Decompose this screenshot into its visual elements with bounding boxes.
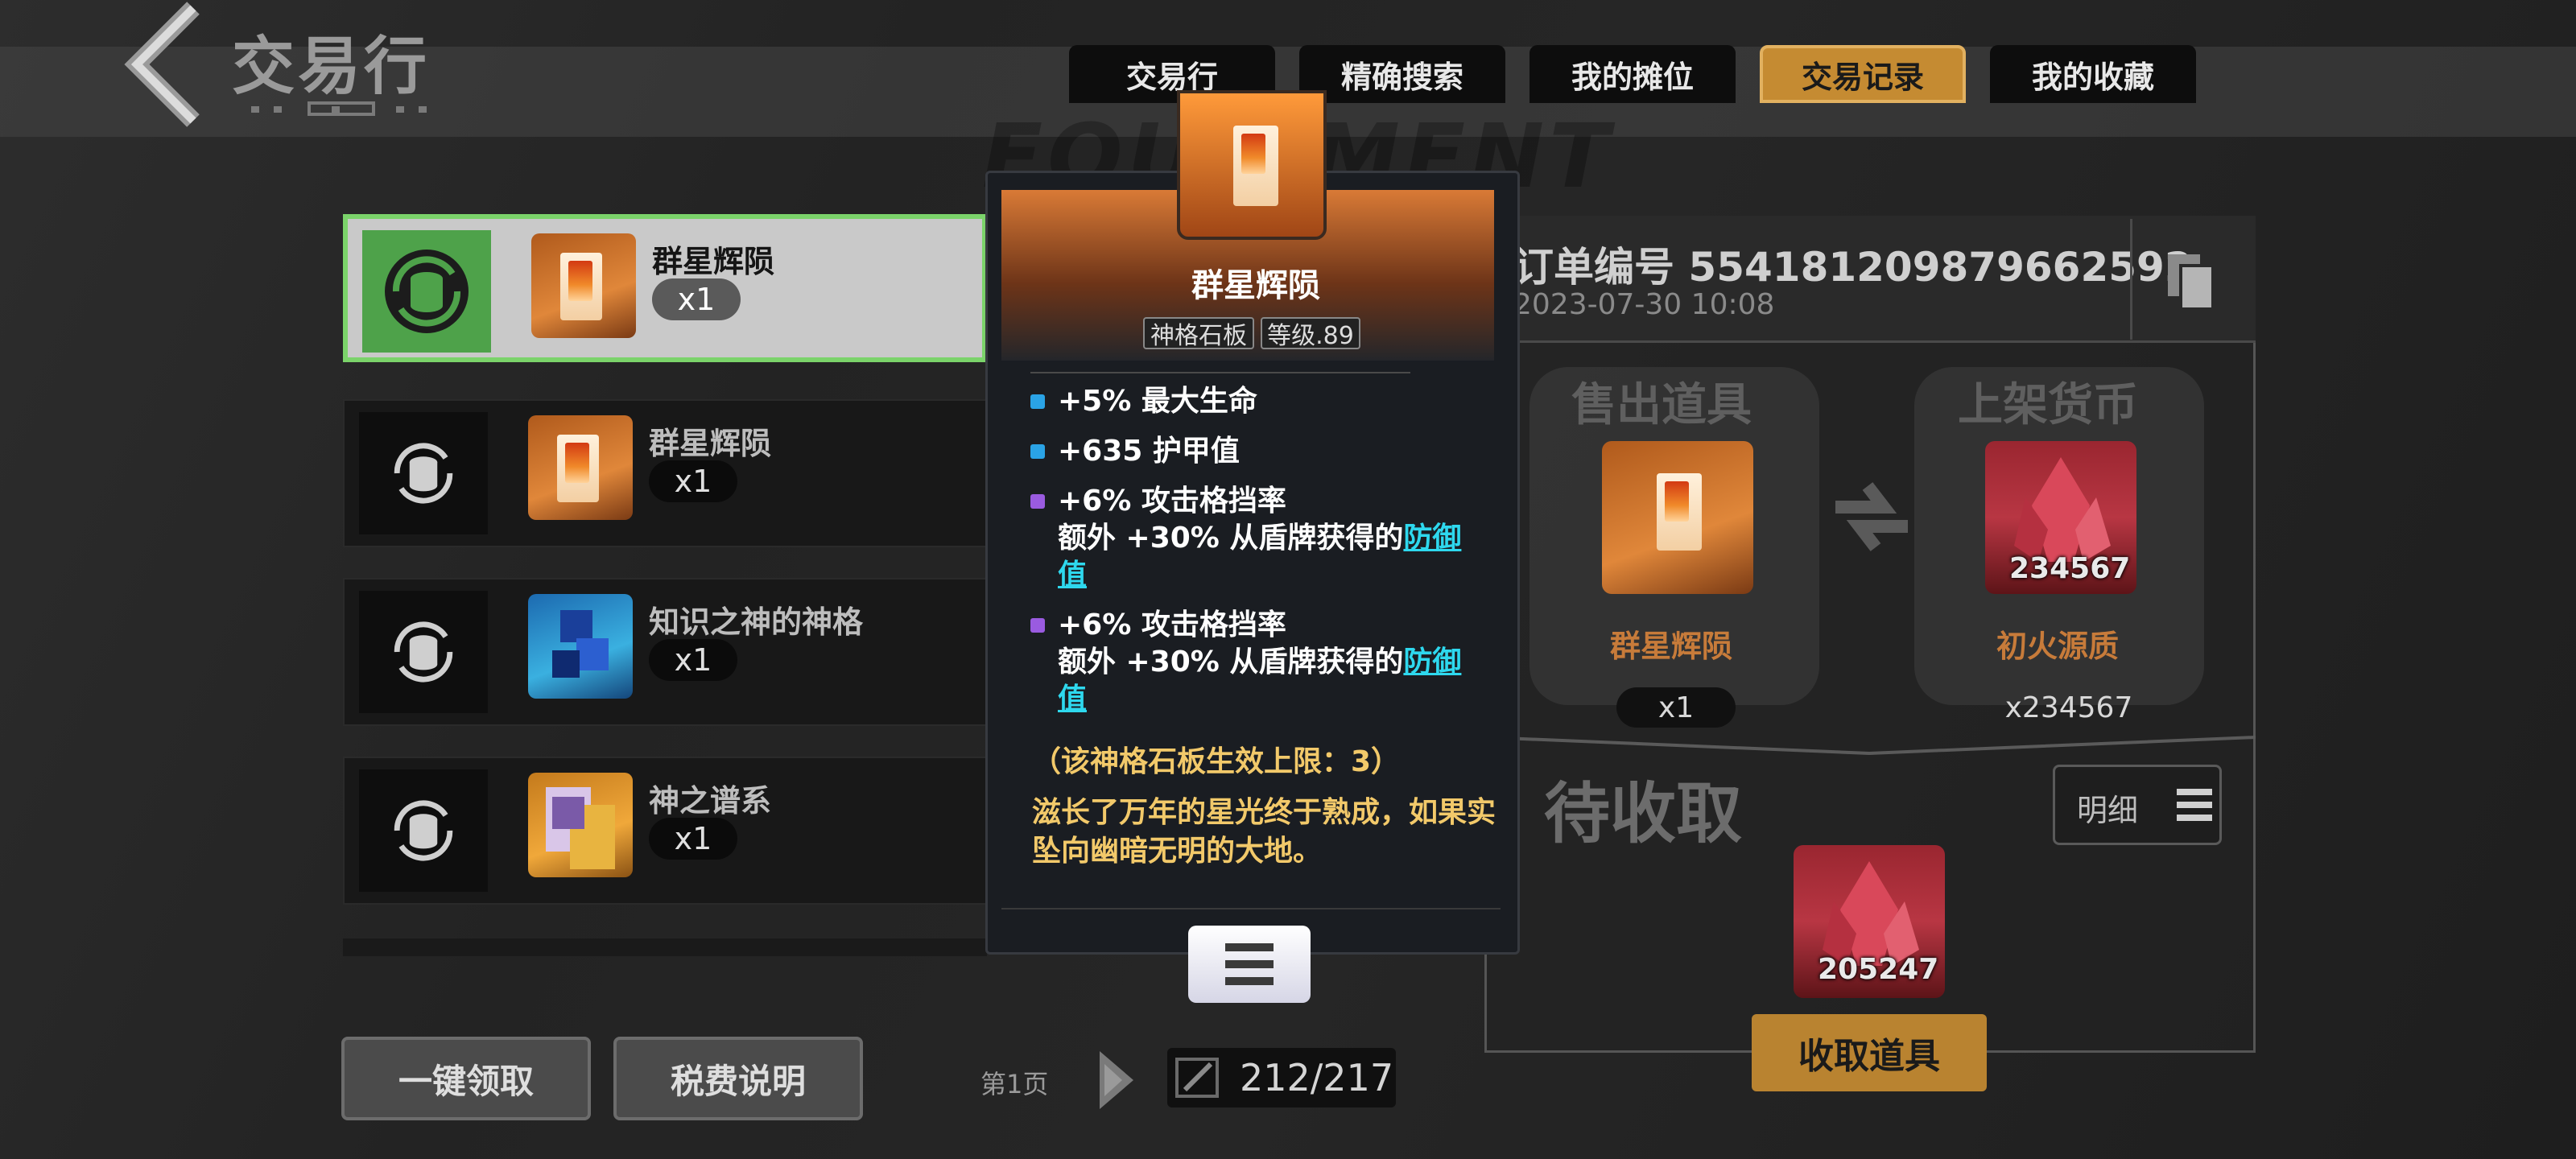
stat-line: 额外 +30% 从盾牌获得的 — [1058, 645, 1404, 678]
tooltip-level-tag: 等级.89 — [1261, 317, 1360, 350]
page-title: 交易行 — [232, 31, 431, 103]
item-name: 群星辉陨 — [652, 244, 775, 279]
item-thumbnail — [528, 594, 633, 699]
stat-block: +6% 攻击格挡率 额外 +30% 从盾牌获得的防御 值 — [1058, 483, 1492, 594]
tooltip-menu-button[interactable] — [1188, 926, 1311, 1003]
pending-title: 待收取 — [1544, 776, 1743, 852]
currency-image[interactable]: 234567 — [1985, 441, 2136, 594]
claim-all-button[interactable]: 一键领取 — [341, 1037, 591, 1120]
menu-icon — [2177, 789, 2212, 821]
tab-my-stall[interactable]: 我的摊位 — [1530, 45, 1736, 103]
next-page-arrow-icon[interactable] — [1093, 1046, 1141, 1114]
order-number: 订单编号 554181209879662592 — [1513, 244, 2193, 291]
claim-items-button[interactable]: 收取道具 — [1752, 1014, 1987, 1091]
list-item-partial — [343, 938, 987, 956]
lore-text: 滋长了万年的星光终于熟成，如果实坠向幽暗无明的大地。 — [1032, 796, 1496, 868]
stat-line: 额外 +30% 从盾牌获得的 — [1058, 522, 1404, 555]
stat-line: +6% 攻击格挡率 — [1058, 608, 1286, 641]
tab-precise-search[interactable]: 精确搜索 — [1299, 45, 1505, 103]
sold-item-title: 售出道具 — [1571, 379, 1752, 431]
order-date: 2023-07-30 10:08 — [1513, 288, 1775, 321]
stat-line: +6% 攻击格挡率 — [1058, 485, 1286, 518]
tab-trade-records[interactable]: 交易记录 — [1760, 45, 1966, 103]
item-name: 群星辉陨 — [649, 426, 772, 461]
sold-item-quantity: x1 — [1616, 687, 1736, 728]
detail-label: 明细 — [2077, 793, 2139, 828]
trade-status-icon — [359, 769, 488, 892]
page-label: 第1页 — [980, 1069, 1049, 1099]
trade-status-icon — [359, 591, 488, 713]
list-item[interactable]: 知识之神的神格 x1 — [343, 578, 987, 726]
tooltip-divider — [1030, 372, 1410, 373]
stat-line: +635 护甲值 — [1058, 435, 1240, 468]
item-quantity: x1 — [652, 278, 741, 320]
tooltip-item-name: 群星辉陨 — [1191, 267, 1320, 304]
tab-my-favorites[interactable]: 我的收藏 — [1990, 45, 2196, 103]
tooltip-type-tag: 神格石板 — [1143, 317, 1254, 350]
tooltip-footer-divider — [1001, 908, 1501, 909]
exchange-arrows-icon — [1835, 482, 1908, 551]
menu-icon — [1225, 943, 1274, 985]
title-decoration-icon — [251, 101, 427, 116]
stat-block: +6% 攻击格挡率 额外 +30% 从盾牌获得的防御 值 — [1058, 607, 1492, 718]
tax-info-button[interactable]: 税费说明 — [613, 1037, 863, 1120]
pending-item-image[interactable]: 205247 — [1794, 845, 1945, 998]
trade-status-icon — [359, 412, 488, 534]
currency-amount: 234567 — [2009, 552, 2131, 585]
pending-amount: 205247 — [1818, 953, 1939, 986]
back-arrow-icon[interactable] — [113, 0, 209, 129]
defense-link-cont[interactable]: 值 — [1058, 557, 1492, 594]
trade-status-icon — [362, 230, 491, 353]
list-item[interactable]: 神之谱系 x1 — [343, 757, 987, 905]
stat-bullet-icon — [1030, 494, 1045, 509]
page-count: 212/217 — [1240, 1056, 1394, 1099]
defense-link-cont[interactable]: 值 — [1058, 681, 1492, 718]
defense-link[interactable]: 防御 — [1403, 645, 1461, 678]
effect-limit-note: （该神格石板生效上限：3） — [1032, 745, 1401, 778]
copy-button[interactable] — [2130, 219, 2251, 340]
item-name: 知识之神的神格 — [649, 604, 864, 640]
stat-bullet-icon — [1030, 618, 1045, 633]
item-thumbnail — [531, 233, 636, 338]
item-thumbnail — [528, 773, 633, 877]
currency-quantity: x234567 — [2004, 691, 2133, 724]
pencil-icon — [1175, 1058, 1219, 1098]
stat-bullet-icon — [1030, 444, 1045, 459]
item-quantity: x1 — [649, 639, 737, 681]
item-quantity: x1 — [649, 818, 737, 860]
divider — [1484, 736, 2256, 756]
stat-bullet-icon — [1030, 394, 1045, 409]
currency-title: 上架货币 — [1958, 379, 2138, 431]
defense-link[interactable]: 防御 — [1403, 522, 1461, 555]
list-item[interactable]: 群星辉陨 x1 — [343, 399, 987, 547]
currency-name: 初火源质 — [1996, 629, 2120, 664]
sold-item-name: 群星辉陨 — [1610, 629, 1733, 664]
stat-line: +5% 最大生命 — [1058, 385, 1257, 418]
item-name: 神之谱系 — [649, 783, 772, 819]
sold-item-image[interactable] — [1602, 441, 1753, 594]
copy-icon — [2168, 254, 2215, 311]
list-item[interactable]: 群星辉陨 x1 — [343, 214, 987, 362]
tooltip-item-icon — [1177, 90, 1327, 240]
item-quantity: x1 — [649, 460, 737, 502]
item-thumbnail — [528, 415, 633, 520]
